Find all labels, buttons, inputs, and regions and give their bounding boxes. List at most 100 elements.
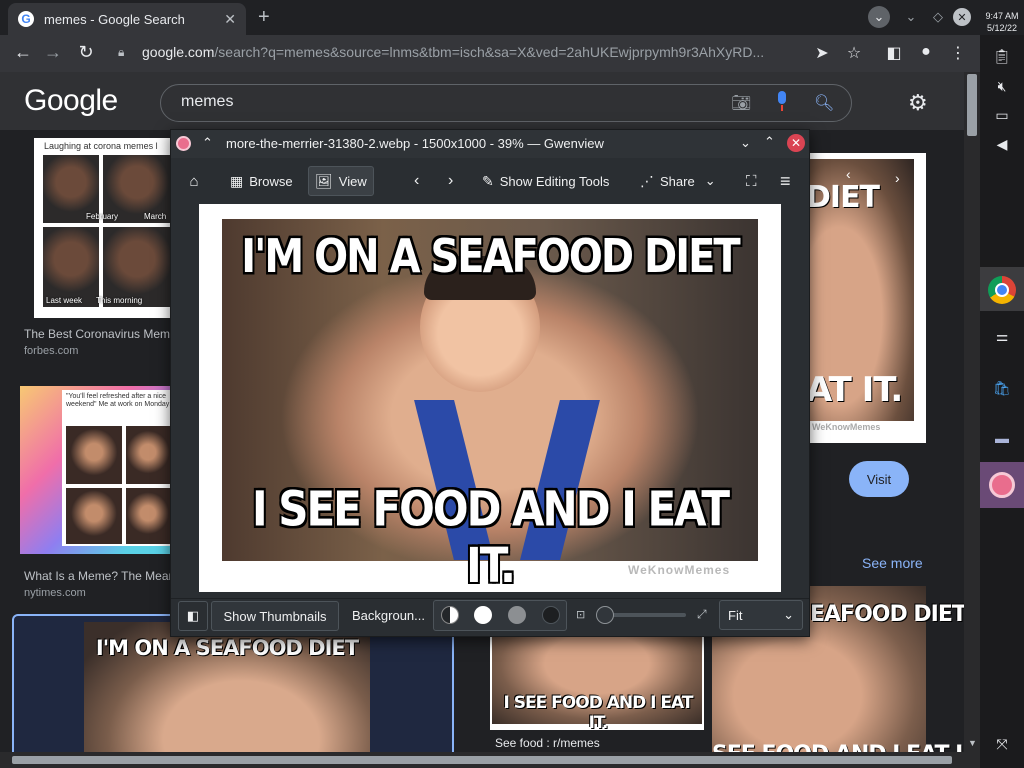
reload-icon[interactable]: ↻: [75, 42, 97, 63]
maximize-icon[interactable]: ⌃: [764, 134, 775, 150]
result-title[interactable]: See food : r/memes: [495, 736, 600, 750]
background-grey-option[interactable]: [508, 606, 526, 624]
bookmark-star-icon[interactable]: ☆: [844, 43, 864, 63]
next-image-icon[interactable]: ›: [442, 166, 459, 196]
browse-button[interactable]: ▦ Browse: [224, 166, 299, 196]
result-image-caption: Laughing at corona memes l: [44, 141, 158, 151]
visit-button[interactable]: Visit: [849, 461, 909, 497]
share-label: Share: [660, 173, 695, 189]
address-bar[interactable]: google.com/search?q=memes&source=lnms&tb…: [142, 44, 802, 60]
meme-label: Last week: [46, 296, 83, 305]
meme-label: March: [144, 212, 167, 221]
clock-date: 5/12/22: [986, 23, 1018, 33]
keep-above-icon[interactable]: ⌃: [202, 135, 213, 151]
zoom-in-icon[interactable]: ⤢: [697, 607, 707, 622]
tab-title: memes - Google Search: [44, 11, 185, 27]
url-path: /search?q=memes&source=lnms&tbm=isch&sa=…: [214, 44, 765, 60]
clock-time: 9:47 AM: [985, 11, 1019, 21]
preview-meme-bottom: AT IT.: [806, 370, 903, 410]
result-meme-text: I SEE FOOD AND I EAT IT.: [503, 693, 694, 733]
settings-toggle-icon[interactable]: ⚌: [990, 324, 1014, 348]
fullscreen-icon[interactable]: ⛶: [740, 166, 763, 196]
sidebar-toggle-icon[interactable]: ◧: [178, 601, 208, 631]
browse-label: Browse: [249, 173, 293, 189]
play-store-icon[interactable]: 🛍︎: [990, 376, 1014, 400]
profile-icon[interactable]: ●: [916, 43, 936, 61]
home-icon[interactable]: ⌂: [180, 166, 208, 196]
chrome-menu-icon[interactable]: ⋮: [948, 43, 968, 63]
result-image-caption: "You'll feel refreshed after a nice week…: [66, 393, 172, 408]
browser-tab[interactable]: G memes - Google Search ✕: [8, 3, 246, 35]
close-icon[interactable]: ✕: [787, 134, 805, 152]
preview-next-icon[interactable]: ›: [895, 170, 900, 186]
google-favicon-icon: G: [18, 11, 34, 27]
display-icon[interactable]: ▭: [990, 103, 1014, 127]
meme-photo: [126, 488, 170, 544]
selected-meme-text: I'M ON A SEAFOOD DIET: [95, 636, 359, 660]
horizontal-scroll-thumb[interactable]: [12, 756, 952, 764]
url-host: google.com: [142, 44, 215, 60]
volume-muted-icon[interactable]: 🔇︎: [990, 74, 1014, 98]
preview-meme-top: DIET: [806, 180, 880, 215]
search-query[interactable]: memes: [181, 93, 233, 111]
tab-search-icon[interactable]: ⌄: [868, 6, 890, 28]
background-white-option[interactable]: [474, 606, 492, 624]
preview-prev-icon[interactable]: ‹: [846, 166, 851, 182]
zoom-mode-value: Fit: [728, 607, 743, 623]
window-title: more-the-merrier-31380-2.webp - 1500x100…: [226, 136, 604, 151]
previous-image-icon[interactable]: ‹: [408, 166, 425, 196]
meme-label: This morning: [96, 296, 143, 305]
files-folder-icon[interactable]: ▬: [990, 426, 1014, 450]
send-tab-icon[interactable]: ➤: [812, 43, 832, 63]
meme-photo: [66, 426, 122, 484]
maximize-window-icon[interactable]: ◇: [927, 6, 949, 28]
system-clock[interactable]: 9:47 AM 5/12/22: [982, 10, 1022, 34]
forward-arrow-icon[interactable]: →: [42, 42, 64, 63]
zoom-slider-handle[interactable]: [596, 606, 614, 624]
collapse-arrow-icon[interactable]: ◀: [990, 132, 1014, 156]
zoom-mode-select[interactable]: Fit ⌄: [719, 600, 803, 630]
side-panel-icon[interactable]: ◧: [884, 43, 904, 63]
launcher-icon[interactable]: ⤧: [990, 732, 1014, 756]
minimize-icon[interactable]: ⌄: [740, 135, 751, 151]
meme-watermark: WeKnowMemes: [628, 563, 731, 577]
scroll-down-arrow-icon[interactable]: ▼: [968, 738, 977, 748]
see-more-link[interactable]: See more: [862, 555, 923, 571]
view-button[interactable]: 🖼︎ View: [308, 166, 374, 196]
result-source: forbes.com: [24, 345, 79, 357]
minimize-window-icon[interactable]: ⌄: [900, 6, 922, 28]
edit-label: Show Editing Tools: [499, 173, 610, 189]
result-image-corona[interactable]: Laughing at corona memes l February Marc…: [34, 138, 172, 318]
vertical-scroll-thumb[interactable]: [967, 74, 977, 136]
gear-icon[interactable]: ⚙: [908, 90, 928, 116]
background-auto-option[interactable]: [441, 606, 459, 624]
result-meme-text: EAFOOD DIET: [810, 602, 967, 627]
gwenview-app-icon[interactable]: [176, 136, 191, 151]
hamburger-menu-icon[interactable]: ≡: [774, 166, 797, 196]
camera-search-icon[interactable]: 📷︎: [731, 93, 751, 113]
zoom-out-icon[interactable]: ⊡: [576, 608, 585, 621]
back-arrow-icon[interactable]: ←: [12, 42, 34, 63]
meme-photo: [126, 426, 170, 484]
chevron-down-icon: ⌄: [783, 607, 794, 622]
background-black-option[interactable]: [542, 606, 560, 624]
lock-icon[interactable]: 🔒︎: [118, 45, 124, 60]
microphone-icon[interactable]: [778, 91, 786, 104]
show-editing-tools-button[interactable]: ✎ Show Editing Tools: [476, 166, 615, 196]
share-icon: ⋰: [640, 172, 654, 189]
meme-photo: [66, 488, 122, 544]
result-source: nytimes.com: [24, 587, 86, 599]
tab-close-icon[interactable]: ✕: [224, 11, 236, 28]
microphone-stem: [781, 105, 783, 111]
close-window-icon[interactable]: ✕: [953, 8, 971, 26]
search-icon[interactable]: 🔍︎: [814, 93, 834, 113]
gwenview-icon: [989, 472, 1015, 498]
show-thumbnails-button[interactable]: Show Thumbnails: [211, 601, 339, 631]
result-title[interactable]: The Best Coronavirus Memes: [24, 327, 170, 341]
result-title[interactable]: What Is a Meme? The Meaning: [24, 569, 170, 583]
google-logo[interactable]: Google: [24, 84, 118, 118]
vertical-scrollbar[interactable]: [964, 72, 980, 752]
new-tab-button[interactable]: +: [258, 6, 270, 29]
share-button[interactable]: ⋰ Share ⌄: [634, 166, 722, 196]
clipboard-icon[interactable]: 📋︎: [990, 44, 1014, 68]
